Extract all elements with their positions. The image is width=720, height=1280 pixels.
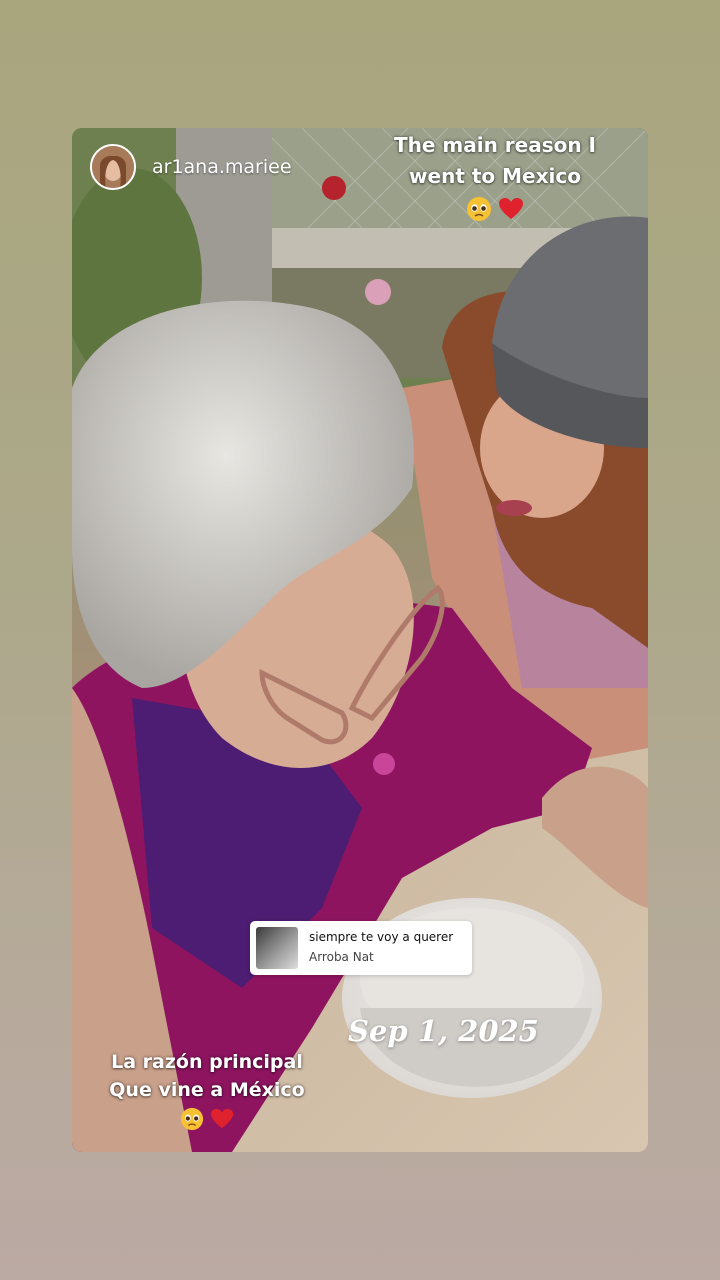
caption-bottom-emojis [180,1104,235,1132]
story-photo [72,128,648,1152]
username[interactable]: ar1ana.mariee [152,156,292,178]
music-sticker[interactable]: siempre te voy a querer Arroba Nat [250,921,472,975]
pleading-face-icon [466,196,491,221]
caption-top-line-2: went to Mexico [409,164,581,188]
caption-top-line-1: The main reason I [393,133,596,157]
song-cover-art [256,927,298,969]
pleading-face-icon [180,1107,203,1130]
caption-bottom: La razón principal Que vine a México [92,1048,322,1132]
caption-bottom-line-1: La razón principal [111,1051,303,1073]
song-artist: Arroba Nat [309,950,374,964]
caption-top-emojis [466,192,525,223]
red-heart-icon [211,1108,234,1128]
date-sticker: Sep 1, 2025 [348,1014,539,1048]
song-title: siempre te voy a querer [309,930,454,944]
red-heart-icon [499,197,524,219]
avatar-image [92,146,134,188]
caption-top: The main reason I went to Mexico [350,130,640,223]
caption-bottom-line-2: Que vine a México [109,1079,305,1101]
profile-avatar[interactable] [90,144,136,190]
story-frame[interactable]: ar1ana.mariee The main reason I went to … [72,128,648,1152]
